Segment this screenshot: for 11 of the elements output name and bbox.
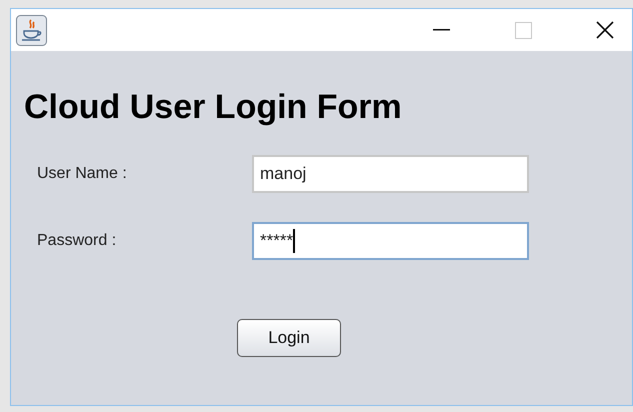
text-cursor — [293, 229, 296, 253]
maximize-icon — [514, 22, 532, 38]
form-heading: Cloud User Login Form — [24, 87, 403, 127]
close-icon — [596, 21, 614, 39]
minimize-icon — [432, 29, 450, 31]
coffee-cup-icon — [16, 14, 47, 46]
text-field[interactable]: manoj — [252, 155, 529, 193]
login-button[interactable]: Login — [237, 319, 341, 357]
text-field[interactable]: ***** — [252, 222, 529, 260]
field-label: User Name : — [36, 164, 128, 184]
field-label: Password : — [36, 231, 118, 251]
